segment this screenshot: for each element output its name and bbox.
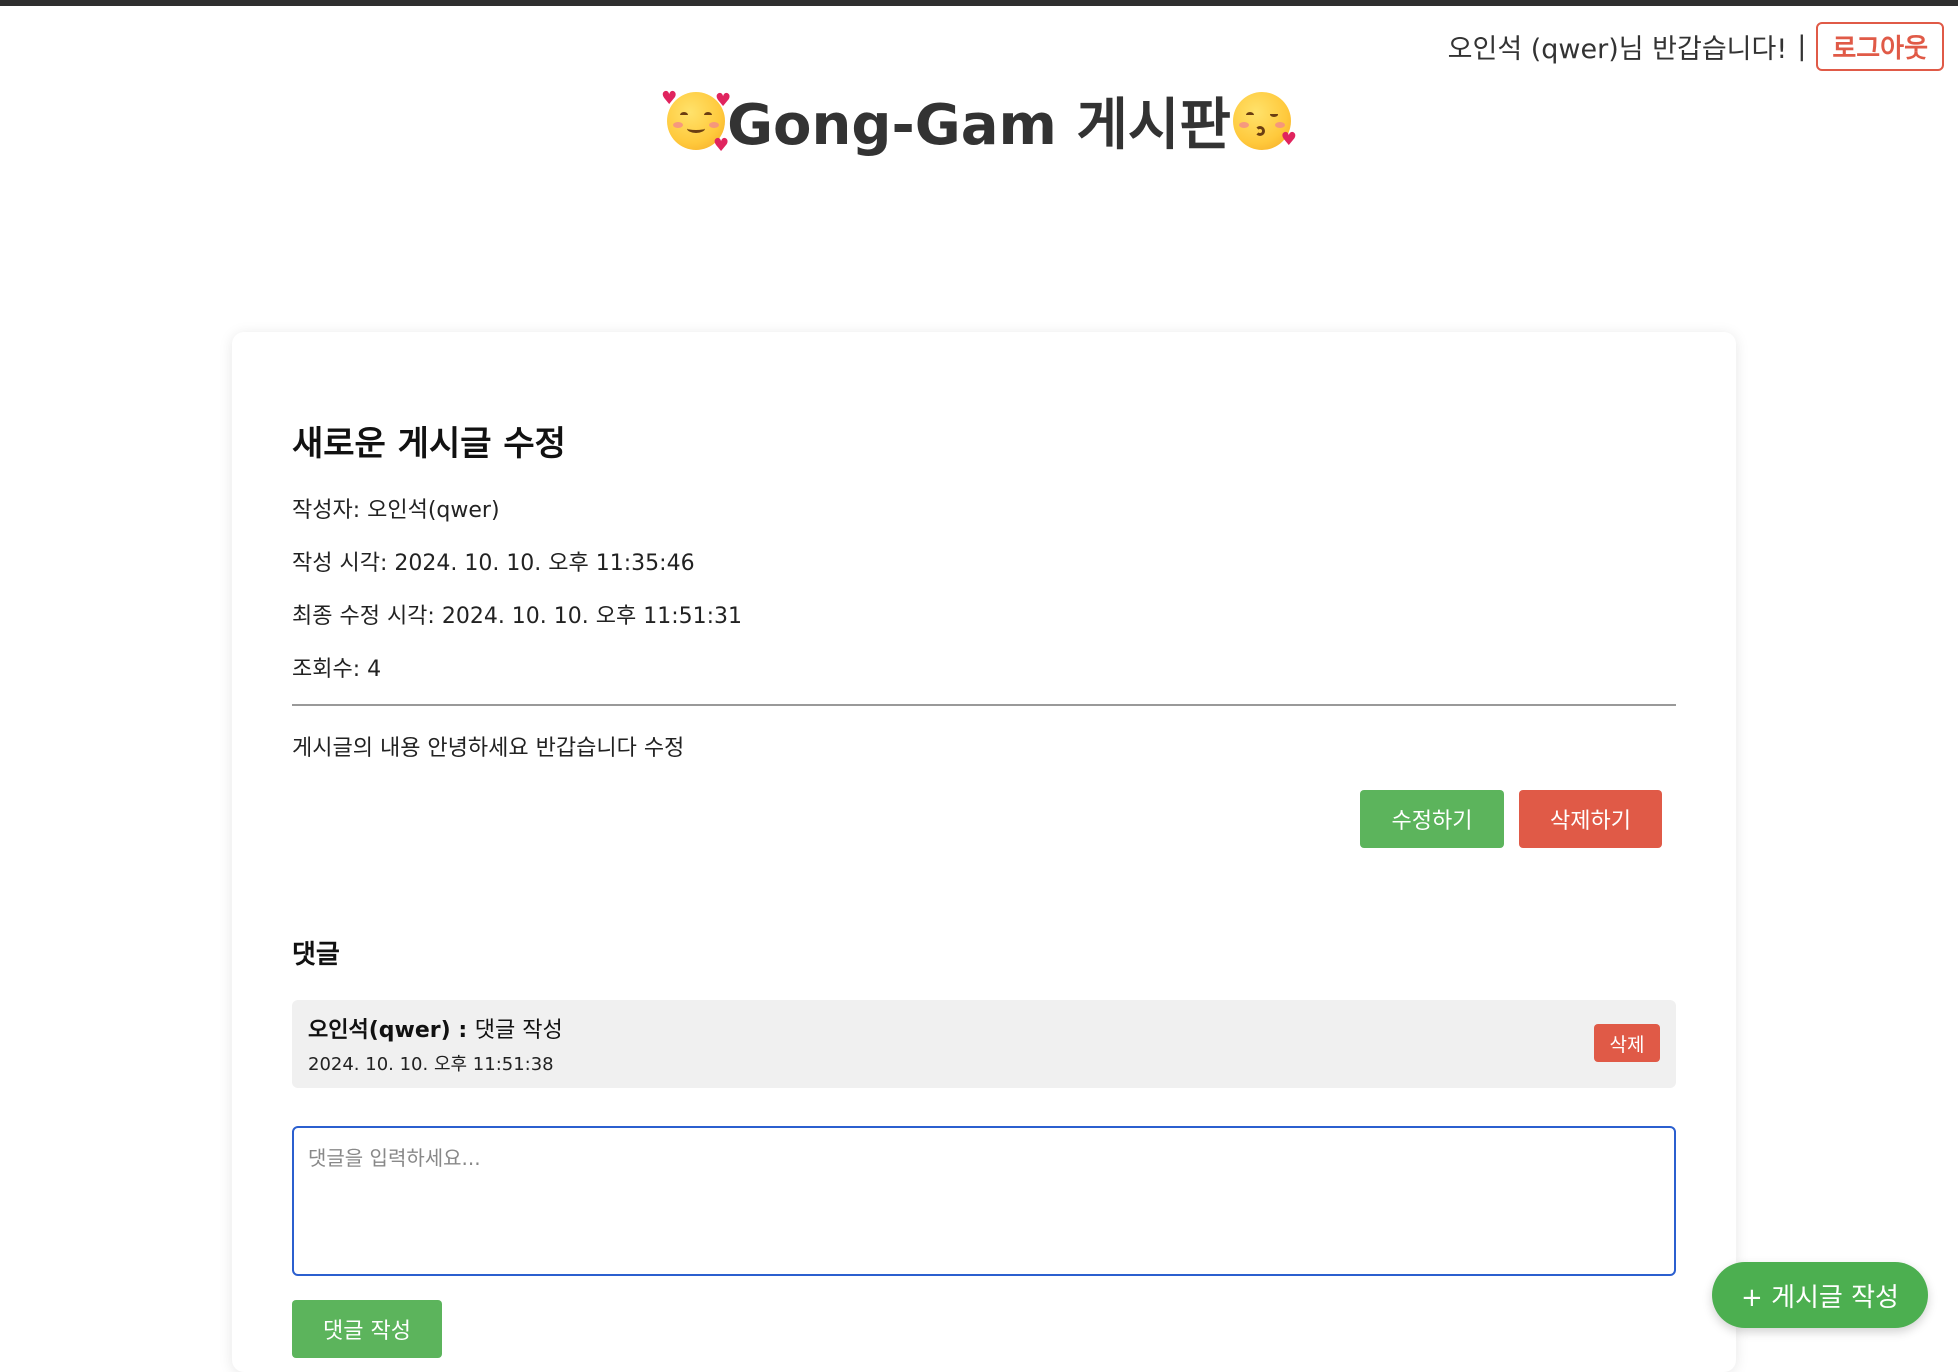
new-post-button[interactable]: + 게시글 작성 (1712, 1262, 1928, 1328)
delete-comment-button[interactable]: 삭제 (1594, 1024, 1660, 1062)
smiling-face-with-hearts-icon: ♥ ♥ ♥ (661, 87, 732, 156)
post-author: 작성자: 오인석(qwer) (292, 498, 500, 523)
comment-author: 오인석(qwer) : (308, 1018, 475, 1043)
site-title: ♥ ♥ ♥ Gong-Gam 게시판 ♥ (0, 80, 1958, 161)
post-card: 새로운 게시글 수정 작성자: 오인석(qwer) 작성 시각: 2024. 1… (232, 332, 1736, 1372)
comment-input[interactable] (292, 1126, 1676, 1276)
edit-post-button[interactable]: 수정하기 (1360, 790, 1504, 848)
face-blowing-kiss-icon: ♥ (1232, 91, 1297, 150)
comment-text: 댓글 작성 (474, 1018, 563, 1043)
delete-post-button[interactable]: 삭제하기 (1519, 790, 1662, 848)
logout-button[interactable]: 로그아웃 (1816, 22, 1944, 71)
comment-time: 2024. 10. 10. 오후 11:51:38 (308, 1054, 554, 1075)
user-bar: 오인석 (qwer)님 반갑습니다! | 로그아웃 (1448, 22, 1944, 71)
comment-header: 오인석(qwer) : 댓글 작성 (308, 1012, 563, 1044)
post-title: 새로운 게시글 수정 (292, 424, 566, 464)
submit-comment-button[interactable]: 댓글 작성 (292, 1300, 442, 1358)
site-title-text: Gong-Gam 게시판 (727, 93, 1231, 158)
post-views: 조회수: 4 (292, 657, 382, 682)
greeting-text: 오인석 (qwer)님 반갑습니다! (1447, 34, 1788, 65)
comments-title: 댓글 (292, 940, 340, 970)
top-border (0, 0, 1958, 6)
post-created-at: 작성 시각: 2024. 10. 10. 오후 11:35:46 (292, 551, 695, 576)
user-bar-separator: | (1797, 31, 1807, 62)
post-content: 게시글의 내용 안녕하세요 반갑습니다 수정 (292, 736, 685, 761)
post-divider (292, 704, 1676, 706)
comment-item: 오인석(qwer) : 댓글 작성 2024. 10. 10. 오후 11:51… (292, 1000, 1676, 1088)
post-updated-at: 최종 수정 시각: 2024. 10. 10. 오후 11:51:31 (292, 604, 743, 629)
